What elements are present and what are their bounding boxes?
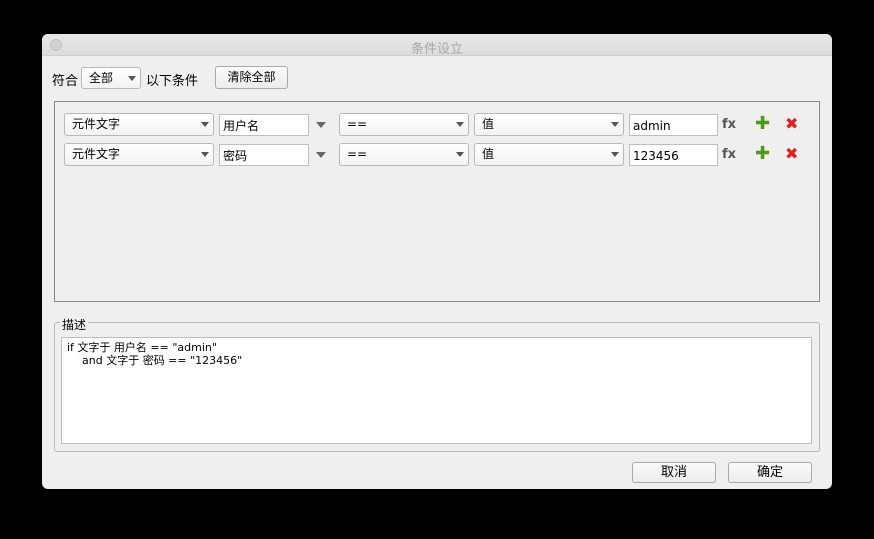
- cancel-button[interactable]: 取消: [632, 462, 716, 483]
- fx-icon[interactable]: fx: [722, 147, 736, 162]
- chevron-down-icon: [456, 122, 464, 127]
- operator-value: ==: [347, 147, 368, 161]
- description-text[interactable]: if 文字于 用户名 == "admin" and 文字于 密码 == "123…: [61, 337, 812, 444]
- value-type-select[interactable]: 值: [474, 113, 624, 136]
- match-label: 符合: [52, 74, 79, 89]
- value-type-select[interactable]: 值: [474, 143, 624, 166]
- value-type-value: 值: [482, 117, 495, 131]
- target-field[interactable]: 用户名: [219, 114, 309, 136]
- description-line: if 文字于 用户名 == "admin": [67, 341, 217, 354]
- condition-dialog: 条件设立 符合 全部 以下条件 清除全部 元件文字 用户名 == 值 admin…: [42, 34, 832, 489]
- operator-value: ==: [347, 117, 368, 131]
- chevron-down-icon: [611, 122, 619, 127]
- description-title: 描述: [60, 316, 89, 333]
- chevron-down-icon: [611, 152, 619, 157]
- window-title: 条件设立: [410, 42, 463, 57]
- ok-button[interactable]: 确定: [728, 462, 812, 483]
- plus-icon[interactable]: ✚: [755, 145, 770, 163]
- close-icon[interactable]: ✖: [785, 115, 798, 133]
- target-dropdown-icon[interactable]: [316, 122, 326, 128]
- match-select-value: 全部: [89, 71, 114, 85]
- plus-icon[interactable]: ✚: [755, 115, 770, 133]
- target-dropdown-icon[interactable]: [316, 152, 326, 158]
- match-select[interactable]: 全部: [81, 67, 141, 89]
- chevron-down-icon: [201, 152, 209, 157]
- value-type-value: 值: [482, 147, 495, 161]
- chevron-down-icon: [201, 122, 209, 127]
- target-type-value: 元件文字: [72, 117, 121, 131]
- target-type-select[interactable]: 元件文字: [64, 113, 214, 136]
- conditions-panel: 元件文字 用户名 == 值 admin fx ✚ ✖ 元件文字 密码 == 值: [54, 101, 820, 302]
- value-field[interactable]: 123456: [629, 144, 718, 166]
- clear-all-button[interactable]: 清除全部: [215, 66, 288, 89]
- description-line: and 文字于 密码 == "123456": [82, 354, 243, 367]
- condition-label: 以下条件: [146, 74, 199, 89]
- operator-select[interactable]: ==: [339, 113, 469, 136]
- fx-icon[interactable]: fx: [722, 117, 736, 132]
- operator-select[interactable]: ==: [339, 143, 469, 166]
- target-type-select[interactable]: 元件文字: [64, 143, 214, 166]
- chevron-down-icon: [456, 152, 464, 157]
- value-field[interactable]: admin: [629, 114, 718, 136]
- title-bar: 条件设立: [42, 34, 832, 57]
- chevron-down-icon: [128, 76, 136, 81]
- close-icon[interactable]: ✖: [785, 145, 798, 163]
- target-type-value: 元件文字: [72, 147, 121, 161]
- target-field[interactable]: 密码: [219, 144, 309, 166]
